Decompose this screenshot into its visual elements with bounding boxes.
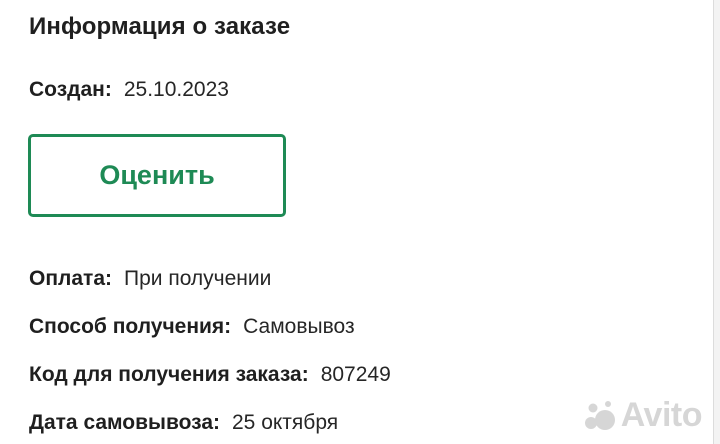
pickup-code-row: Код для получения заказа: 807249	[29, 363, 391, 387]
delivery-label: Способ получения:	[29, 315, 232, 338]
avito-watermark-text: Avito	[620, 396, 703, 434]
rate-button-label: Оценить	[99, 160, 215, 190]
created-row: Создан: 25.10.2023	[29, 78, 229, 102]
payment-label: Оплата:	[29, 267, 112, 290]
avito-logo-icon	[584, 400, 615, 430]
payment-row: Оплата: При получении	[29, 267, 271, 291]
delivery-row: Способ получения: Самовывоз	[29, 315, 355, 339]
delivery-value: Самовывоз	[243, 315, 355, 338]
pickup-code-value: 807249	[320, 363, 391, 386]
created-value: 25.10.2023	[123, 78, 229, 101]
pickup-date-label: Дата самовывоза:	[29, 411, 220, 434]
created-label: Создан:	[29, 78, 112, 101]
payment-value: При получении	[124, 267, 272, 290]
pickup-date-value: 25 октября	[232, 411, 339, 434]
pickup-code-label: Код для получения заказа:	[29, 363, 309, 386]
rate-button[interactable]: Оценить	[28, 134, 286, 217]
right-edge-divider	[713, 0, 720, 444]
pickup-date-row: Дата самовывоза: 25 октября	[29, 411, 338, 435]
order-info-title: Информация о заказе	[29, 13, 291, 40]
avito-watermark: Avito	[581, 396, 703, 435]
